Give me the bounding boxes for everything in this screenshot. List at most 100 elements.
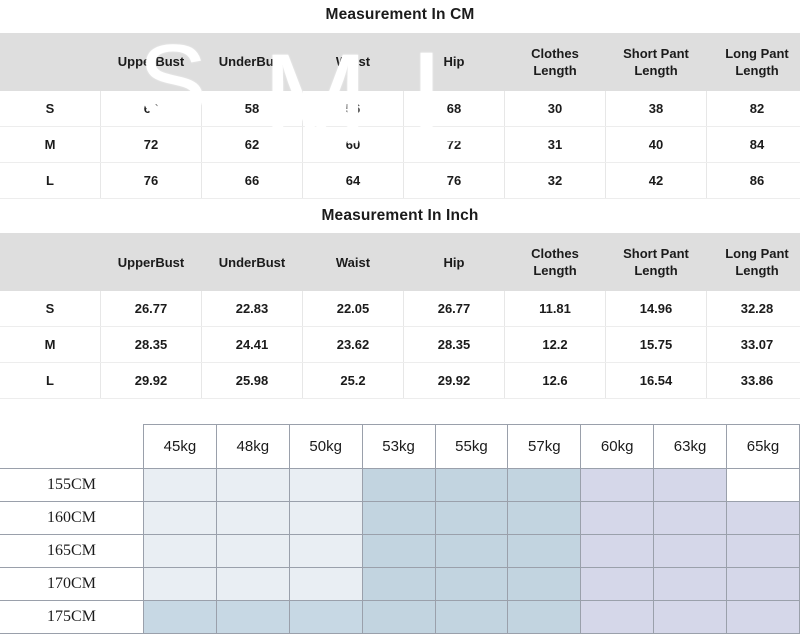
cell-clothes-length: 12.6 (504, 362, 606, 399)
cell-size: M (0, 126, 101, 163)
cell-waist: 64 (302, 162, 404, 199)
cell-size: L (0, 362, 101, 399)
cell-underbust: 25.98 (201, 362, 303, 399)
matrix-height-label: 165CM (0, 534, 144, 568)
cell-upperbust: 72 (100, 126, 202, 163)
cell-clothes-length: 31 (504, 126, 606, 163)
matrix-cell (143, 534, 217, 568)
cell-hip: 68 (403, 90, 505, 127)
cell-underbust: 58 (201, 90, 303, 127)
matrix-row: 170CM (0, 567, 800, 601)
matrix-cell (215, 468, 290, 502)
matrix-cell (361, 534, 436, 568)
matrix-cell (215, 567, 290, 601)
cell-upperbust: 28.35 (100, 326, 202, 363)
cell-clothes-length: 12.2 (504, 326, 606, 363)
cell-hip: 29.92 (403, 362, 505, 399)
cell-long-pant-length: 82 (706, 90, 800, 127)
column-header-long-pant-length: Long Pant Length (706, 32, 800, 91)
cm-table-title: Measurement In CM (325, 6, 475, 23)
matrix-corner-cell (0, 424, 144, 469)
table-row: M 28.35 24.41 23.62 28.35 12.2 15.75 33.… (0, 326, 800, 363)
cell-waist: 56 (302, 90, 404, 127)
matrix-weight-header: 60kg (580, 424, 655, 469)
matrix-cell (507, 468, 582, 502)
matrix-weight-header: 45kg (143, 424, 217, 469)
cell-short-pant-length: 38 (605, 90, 707, 127)
cell-clothes-length: 32 (504, 162, 606, 199)
matrix-cell (653, 501, 727, 535)
column-header-underbust: UnderBust (201, 233, 303, 291)
column-header-clothes-length: Clothes Length (504, 233, 606, 291)
column-header-waist: Waist (302, 233, 404, 291)
matrix-cell (288, 501, 363, 535)
matrix-cell (653, 600, 727, 634)
matrix-weight-header: 48kg (215, 424, 290, 469)
cell-underbust: 24.41 (201, 326, 303, 363)
cell-clothes-length: 30 (504, 90, 606, 127)
matrix-weight-header: 63kg (653, 424, 727, 469)
cell-upperbust: 26.77 (100, 291, 202, 327)
column-header-size (0, 233, 101, 291)
matrix-cell (288, 600, 363, 634)
matrix-cell (580, 600, 655, 634)
cell-short-pant-length: 42 (605, 162, 707, 199)
cell-waist: 22.05 (302, 291, 404, 327)
matrix-weight-header: 65kg (726, 424, 800, 469)
table-row: S 68 58 56 68 30 38 82 (0, 90, 800, 127)
matrix-cell (143, 567, 217, 601)
matrix-cell (288, 468, 363, 502)
measurement-cm-table: UpperBust UnderBust Waist Hip Clothes Le… (0, 32, 800, 199)
column-header-hip: Hip (403, 32, 505, 91)
inch-table-title: Measurement In Inch (321, 206, 479, 224)
matrix-header-row: 45kg 48kg 50kg 53kg 55kg 57kg 60kg 63kg 65kg (0, 424, 800, 469)
matrix-weight-header: 57kg (507, 424, 582, 469)
cell-long-pant-length: 33.07 (706, 326, 800, 363)
matrix-height-label: 170CM (0, 567, 144, 601)
measurement-inch-table: UpperBust UnderBust Waist Hip Clothes Le… (0, 233, 800, 399)
column-header-clothes-length: Clothes Length (504, 32, 606, 91)
matrix-height-label: 175CM (0, 600, 144, 634)
cell-upperbust: 29.92 (100, 362, 202, 399)
cell-upperbust: 76 (100, 162, 202, 199)
cell-clothes-length: 11.81 (504, 291, 606, 327)
table-row: S 26.77 22.83 22.05 26.77 11.81 14.96 32… (0, 291, 800, 327)
matrix-cell (580, 567, 655, 601)
matrix-height-label: 160CM (0, 501, 144, 535)
cell-size: L (0, 162, 101, 199)
matrix-cell (215, 501, 290, 535)
column-header-waist: Waist (302, 32, 404, 91)
matrix-cell (653, 468, 727, 502)
matrix-cell (143, 600, 217, 634)
matrix-cell (726, 501, 800, 535)
matrix-cell (288, 534, 363, 568)
column-header-long-pant-length: Long Pant Length (706, 233, 800, 291)
matrix-cell (361, 567, 436, 601)
matrix-weight-header: 55kg (434, 424, 509, 469)
matrix-cell (434, 468, 509, 502)
column-header-hip: Hip (403, 233, 505, 291)
column-header-underbust: UnderBust (201, 32, 303, 91)
cell-short-pant-length: 15.75 (605, 326, 707, 363)
matrix-row: 160CM (0, 501, 800, 535)
size-matrix-table: 45kg 48kg 50kg 53kg 55kg 57kg 60kg 63kg 65kg 155… (0, 424, 800, 634)
column-header-short-pant-length: Short Pant Length (605, 233, 707, 291)
matrix-cell (580, 468, 655, 502)
matrix-row: 155CM (0, 468, 800, 502)
matrix-cell (434, 600, 509, 634)
cell-upperbust: 68 (100, 90, 202, 127)
table-row: M 72 62 60 72 31 40 84 (0, 126, 800, 163)
cell-hip: 76 (403, 162, 505, 199)
matrix-cell (215, 534, 290, 568)
cell-size: S (0, 90, 101, 127)
cell-hip: 72 (403, 126, 505, 163)
matrix-weight-header: 50kg (288, 424, 363, 469)
column-header-upperbust: UpperBust (100, 32, 202, 91)
matrix-cell (288, 567, 363, 601)
table-row: L 29.92 25.98 25.2 29.92 12.6 16.54 33.8… (0, 362, 800, 399)
cell-short-pant-length: 40 (605, 126, 707, 163)
cell-long-pant-length: 84 (706, 126, 800, 163)
cell-underbust: 22.83 (201, 291, 303, 327)
cell-long-pant-length: 86 (706, 162, 800, 199)
column-header-short-pant-length: Short Pant Length (605, 32, 707, 91)
